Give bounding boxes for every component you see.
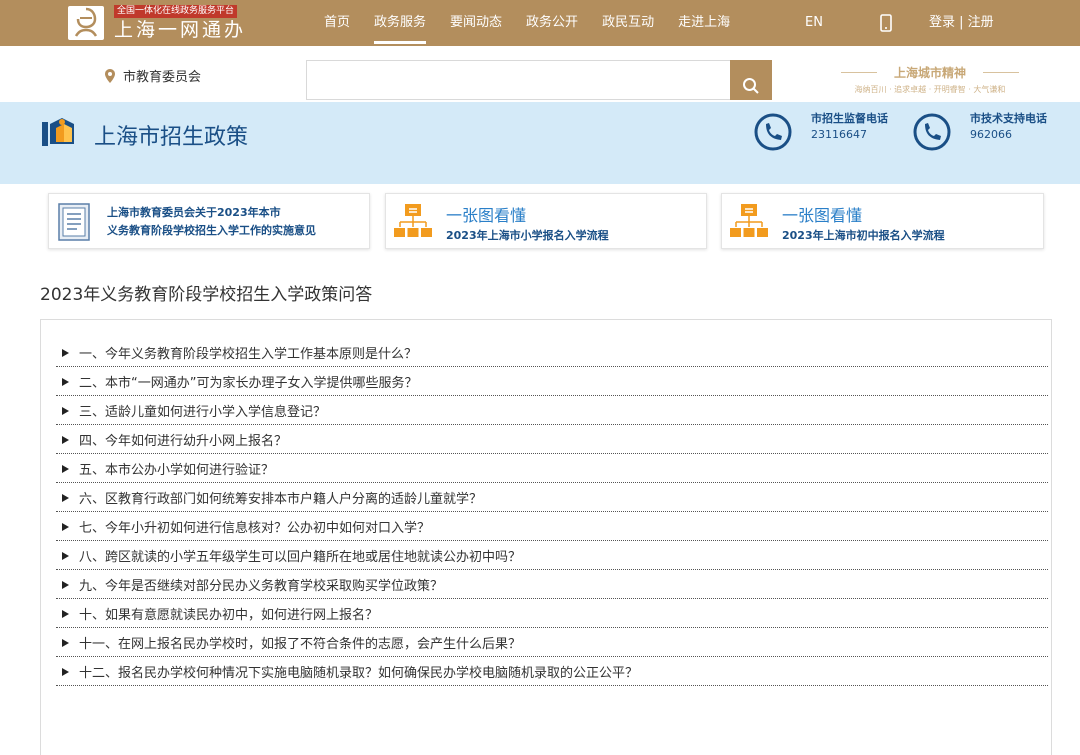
faq-question: 五、本市公办小学如何进行验证？: [79, 463, 275, 478]
nav-gov-affairs[interactable]: 政务公开: [514, 0, 590, 46]
faq-item[interactable]: 四、今年如何进行幼升小网上报名？: [56, 425, 1048, 454]
main-nav: 首页 政务服务 要闻动态 政务公开 政民互动 走进上海: [312, 0, 742, 46]
faq-item[interactable]: 十二、报名民办学校何种情况下实施电脑随机录取？如何确保民办学校电脑随机录取的公正…: [56, 657, 1048, 686]
faq-list: 一、今年义务教育阶段学校招生入学工作基本原则是什么？ 二、本市“一网通办”可为家…: [56, 338, 1048, 686]
policy-document-line1: 上海市教育委员会关于2023年本市: [107, 206, 281, 219]
faq-item[interactable]: 一、今年义务教育阶段学校招生入学工作基本原则是什么？: [56, 338, 1048, 367]
search-input[interactable]: [306, 60, 732, 100]
expand-triangle-icon: [62, 465, 69, 473]
expand-triangle-icon: [62, 378, 69, 386]
card-subtitle: 2023年上海市小学报名入学流程: [446, 229, 609, 242]
expand-triangle-icon: [62, 349, 69, 357]
location-selector[interactable]: 市教育委员会: [105, 66, 201, 85]
language-switch-en[interactable]: EN: [805, 0, 823, 46]
faq-item[interactable]: 十、如果有意愿就读民办初中，如何进行网上报名？: [56, 599, 1048, 628]
flowchart-icon: [730, 204, 768, 237]
hotline-tech-support: 市技术支持电话 962066: [912, 110, 1072, 154]
search-icon: [743, 77, 759, 94]
nav-news[interactable]: 要闻动态: [438, 0, 514, 46]
expand-triangle-icon: [62, 552, 69, 560]
expand-triangle-icon: [62, 610, 69, 618]
mobile-phone-icon[interactable]: [878, 14, 894, 32]
yiwangtongban-logo-icon: [68, 6, 104, 40]
phone-hotline-icon: [754, 113, 792, 151]
search-button[interactable]: [730, 60, 772, 100]
enrollment-policy-logo-icon: [42, 118, 74, 146]
middle-school-flow-card[interactable]: 一张图看懂 2023年上海市初中报名入学流程: [721, 193, 1044, 249]
faq-item[interactable]: 十一、在网上报名民办学校时，如报了不符合条件的志愿，会产生什么后果？: [56, 628, 1048, 657]
faq-item[interactable]: 九、今年是否继续对部分民办义务教育学校采取购买学位政策？: [56, 570, 1048, 599]
nav-home[interactable]: 首页: [312, 0, 362, 46]
logo-tagline: 全国一体化在线政务服务平台: [114, 5, 238, 18]
policy-banner: 上海市招生政策 市招生监督电话 23116647 市技术支持电话 962066: [0, 102, 1080, 184]
faq-item[interactable]: 五、本市公办小学如何进行验证？: [56, 454, 1048, 483]
card-subtitle: 2023年上海市初中报名入学流程: [782, 229, 945, 242]
expand-triangle-icon: [62, 639, 69, 647]
document-icon: [58, 203, 90, 241]
faq-item[interactable]: 七、今年小升初如何进行信息核对？公办初中如何对口入学？: [56, 512, 1048, 541]
faq-item[interactable]: 六、区教育行政部门如何统筹安排本市户籍人户分离的适龄儿童就学？: [56, 483, 1048, 512]
faq-question: 八、跨区就读的小学五年级学生可以回户籍所在地或居住地就读公办初中吗？: [79, 550, 522, 565]
hotline-number: 962066: [970, 128, 1012, 141]
hotline-number: 23116647: [811, 128, 867, 141]
city-spirit-slogan: 上海城市精神 海纳百川 · 追求卓越 · 开明睿智 · 大气谦和: [805, 64, 1055, 100]
nav-interaction[interactable]: 政民互动: [590, 0, 666, 46]
nav-gov-services[interactable]: 政务服务: [362, 0, 438, 46]
location-pin-icon: [105, 68, 115, 83]
expand-triangle-icon: [62, 494, 69, 502]
expand-triangle-icon: [62, 581, 69, 589]
nav-about-shanghai[interactable]: 走进上海: [666, 0, 742, 46]
flowchart-icon: [394, 204, 432, 237]
expand-triangle-icon: [62, 407, 69, 415]
faq-question: 六、区教育行政部门如何统筹安排本市户籍人户分离的适龄儿童就学？: [79, 492, 483, 507]
faq-item[interactable]: 三、适龄儿童如何进行小学入学信息登记？: [56, 396, 1048, 425]
policy-document-card[interactable]: 上海市教育委员会关于2023年本市 义务教育阶段学校招生入学工作的实施意见: [48, 193, 370, 249]
slogan-sub: 海纳百川 · 追求卓越 · 开明睿智 · 大气谦和: [854, 85, 1006, 94]
faq-item[interactable]: 二、本市“一网通办”可为家长办理子女入学提供哪些服务？: [56, 367, 1048, 396]
site-logo[interactable]: 全国一体化在线政务服务平台 上海一网通办: [68, 4, 258, 42]
slogan-title: 上海城市精神: [805, 64, 1055, 81]
faq-question: 二、本市“一网通办”可为家长办理子女入学提供哪些服务？: [79, 376, 418, 391]
search-bar-row: 市教育委员会 上海城市精神 海纳百川 · 追求卓越 · 开明睿智 · 大气谦和: [0, 46, 1080, 102]
faq-question: 十一、在网上报名民办学校时，如报了不符合条件的志愿，会产生什么后果？: [79, 637, 522, 652]
policy-document-title: 上海市教育委员会关于2023年本市 义务教育阶段学校招生入学工作的实施意见: [107, 204, 316, 240]
hotline-supervision: 市招生监督电话 23116647: [753, 110, 903, 154]
login-register-link[interactable]: 登录 | 注册: [929, 0, 994, 46]
card-title: 一张图看懂: [782, 206, 863, 225]
phone-hotline-icon: [913, 113, 951, 151]
hotline-label: 市招生监督电话: [811, 112, 888, 125]
hotline-label: 市技术支持电话: [970, 112, 1047, 125]
faq-question: 三、适龄儿童如何进行小学入学信息登记？: [79, 405, 327, 420]
expand-triangle-icon: [62, 668, 69, 676]
policy-document-line2: 义务教育阶段学校招生入学工作的实施意见: [107, 224, 316, 237]
section-title: 2023年义务教育阶段学校招生入学政策问答: [40, 285, 373, 305]
card-title: 一张图看懂: [446, 206, 527, 225]
logo-name: 上海一网通办: [114, 19, 247, 41]
faq-question: 九、今年是否继续对部分民办义务教育学校采取购买学位政策？: [79, 579, 444, 594]
faq-question: 四、今年如何进行幼升小网上报名？: [79, 434, 288, 449]
faq-question: 七、今年小升初如何进行信息核对？公办初中如何对口入学？: [79, 521, 431, 536]
faq-question: 十二、报名民办学校何种情况下实施电脑随机录取？如何确保民办学校电脑随机录取的公正…: [79, 666, 639, 681]
primary-school-flow-card[interactable]: 一张图看懂 2023年上海市小学报名入学流程: [385, 193, 707, 249]
expand-triangle-icon: [62, 436, 69, 444]
faq-panel: 一、今年义务教育阶段学校招生入学工作基本原则是什么？ 二、本市“一网通办”可为家…: [40, 319, 1052, 755]
banner-title: 上海市招生政策: [94, 125, 249, 150]
faq-item[interactable]: 八、跨区就读的小学五年级学生可以回户籍所在地或居住地就读公办初中吗？: [56, 541, 1048, 570]
expand-triangle-icon: [62, 523, 69, 531]
top-nav-bar: 全国一体化在线政务服务平台 上海一网通办 首页 政务服务 要闻动态 政务公开 政…: [0, 0, 1080, 46]
faq-question: 一、今年义务教育阶段学校招生入学工作基本原则是什么？: [79, 347, 418, 362]
location-label: 市教育委员会: [123, 70, 202, 85]
faq-question: 十、如果有意愿就读民办初中，如何进行网上报名？: [79, 608, 379, 623]
